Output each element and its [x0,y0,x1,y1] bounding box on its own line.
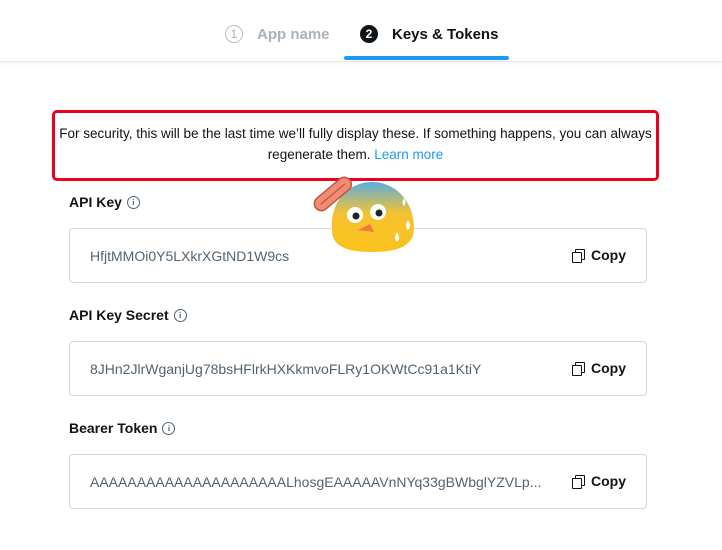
info-icon[interactable]: i [126,195,140,209]
step-app-name[interactable]: 1 App name [225,22,330,46]
info-icon[interactable]: i [173,308,187,322]
bearer-token-field: AAAAAAAAAAAAAAAAAAAAALhosgEAAAAAVnNYq33g… [69,454,647,509]
notice-text: For security, this will be the last time… [59,126,652,162]
active-tab-indicator [344,56,509,60]
field-label-text: API Key Secret [69,307,169,323]
copy-api-key-button[interactable]: Copy [572,247,626,263]
api-key-secret-value[interactable]: 8JHn2JlrWganjUg78bsHFlrkHXKkmvoFLRy1OKWt… [90,361,481,377]
learn-more-link[interactable]: Learn more [374,147,443,162]
info-icon[interactable]: i [162,421,176,435]
api-key-secret-label: API Key Secret i [69,307,187,323]
copy-label: Copy [591,247,626,263]
field-label-text: API Key [69,194,122,210]
api-key-label: API Key i [69,194,140,210]
copy-bearer-token-button[interactable]: Copy [572,473,626,489]
field-label-text: Bearer Token [69,420,158,436]
step-label: App name [257,25,330,43]
anxious-face-with-sweat-emoji [313,176,414,252]
step-label: Keys & Tokens [392,25,499,43]
bearer-token-value[interactable]: AAAAAAAAAAAAAAAAAAAAALhosgEAAAAAVnNYq33g… [90,474,541,490]
step-number-badge: 2 [360,25,378,43]
wizard-header: 1 App name 2 Keys & Tokens [0,0,722,62]
step-keys-tokens[interactable]: 2 Keys & Tokens [360,22,498,46]
step-number-badge: 1 [225,25,243,43]
copy-api-key-secret-button[interactable]: Copy [572,360,626,376]
api-key-secret-field: 8JHn2JlrWganjUg78bsHFlrkHXKkmvoFLRy1OKWt… [69,341,647,396]
copy-icon [572,249,585,263]
copy-icon [572,475,585,489]
copy-label: Copy [591,473,626,489]
bearer-token-label: Bearer Token i [69,420,176,436]
copy-label: Copy [591,360,626,376]
security-notice: For security, this will be the last time… [52,110,659,181]
api-key-value[interactable]: HfjtMMOi0Y5LXkrXGtND1W9cs [90,248,289,264]
copy-icon [572,362,585,376]
